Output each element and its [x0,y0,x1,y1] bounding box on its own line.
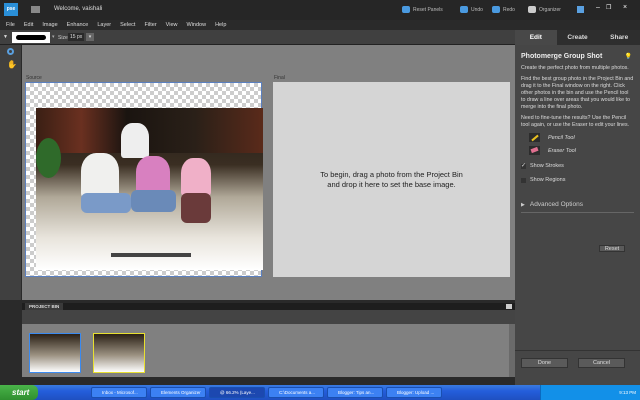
start-button[interactable]: start [0,385,38,400]
cancel-button[interactable]: Cancel [578,358,625,368]
reset-panels-label: Reset Panels [413,6,443,13]
eraser-tool-label: Eraser Tool [548,147,576,154]
project-bin-header: PROJECT BIN [22,303,515,310]
menu-select[interactable]: Select [120,22,135,28]
source-label: Source [26,75,42,81]
panel-tabs: Edit Create Share [515,30,640,45]
taskbar-item[interactable]: C:\Documents a... [268,387,324,398]
brush-preview[interactable] [12,32,50,43]
tab-share[interactable]: Share [598,30,640,45]
menu-edit[interactable]: Edit [24,22,33,28]
restore-icon[interactable]: ❐ [606,4,611,11]
minimize-icon[interactable]: – [596,4,600,11]
undo-button[interactable]: Undo [460,6,483,13]
project-bin-title: PROJECT BIN [25,303,64,310]
panel-intro: Create the perfect photo from multiple p… [521,65,629,71]
eraser-tool-button[interactable]: Eraser Tool [529,146,634,155]
bin-thumbnail[interactable] [93,333,145,373]
checkbox-empty-icon [521,177,526,183]
taskbar-item[interactable]: @ 66.2% (Laye... [209,387,265,398]
final-window[interactable]: To begin, drag a photo from the Project … [273,82,510,277]
taskbar: start Inbox - Microsof... Elements Organ… [0,385,640,400]
panel-title: Photomerge Group Shot [521,53,603,60]
title-bar: pse Welcome, vaishali Reset Panels Undo … [0,0,640,20]
close-icon[interactable]: × [623,4,627,11]
panel-fine-tune: Need to fine-tune the results? Use the P… [521,115,630,128]
options-bar: ▼ ▾ Size: 15 px ▾ [0,30,515,45]
menu-help[interactable]: Help [215,22,226,28]
app-logo: pse [4,3,18,16]
organizer-label: Organizer [539,6,561,13]
advanced-options-toggle[interactable]: ▶ Advanced Options [521,201,634,213]
tab-create[interactable]: Create [557,30,599,45]
group-photo [36,108,263,270]
zoom-tool-icon[interactable] [7,48,14,55]
reset-button[interactable]: Reset [599,245,625,252]
show-strokes-checkbox[interactable]: ✓ Show Strokes [521,163,634,169]
menu-image[interactable]: Image [42,22,57,28]
home-icon[interactable] [577,6,584,13]
taskbar-item[interactable]: Elements Organizer [150,387,206,398]
undo-label: Undo [471,6,483,13]
taskbar-item[interactable]: Inbox - Microsof... [91,387,147,398]
reset-panels-button[interactable]: Reset Panels [402,6,443,13]
menu-window[interactable]: Window [187,22,207,28]
bin-thumbnail[interactable] [29,333,81,373]
checkmark-icon: ✓ [521,162,527,169]
bin-toolbar [22,310,515,324]
size-input[interactable]: 15 px [68,33,85,41]
organizer-button[interactable]: Organizer [528,6,561,13]
tip-bulb-icon[interactable]: 💡 [625,53,632,60]
reset-icon [402,6,410,13]
photomerge-panel: Photomerge Group Shot 💡 Create the perfe… [515,45,640,385]
source-window[interactable] [25,82,263,277]
toolbox: ✋ [0,45,22,300]
show-regions-label: Show Regions [530,177,566,183]
redo-label: Redo [503,6,515,13]
taskbar-item[interactable]: Blogger: Tips an... [327,387,383,398]
hand-tool-icon[interactable]: ✋ [7,60,17,69]
taskbar-item[interactable]: Blogger: Upload ... [386,387,442,398]
menu-filter[interactable]: Filter [144,22,156,28]
undo-icon [460,6,468,13]
show-regions-checkbox[interactable]: Show Regions [521,177,634,183]
eraser-icon [529,146,540,155]
system-tray: 9:13 PM [540,385,640,400]
final-label: Final [274,75,285,81]
brush-dropdown-icon[interactable]: ▾ [52,34,55,40]
bin-menu-icon[interactable] [506,304,512,309]
pencil-icon [529,133,540,142]
final-hint-text: To begin, drag a photo from the Project … [320,169,463,189]
organizer-icon [528,6,536,13]
status-strip [0,377,515,385]
redo-icon [492,6,500,13]
pencil-tool-button[interactable]: Pencil Tool [529,133,634,142]
menu-enhance[interactable]: Enhance [67,22,89,28]
tab-edit[interactable]: Edit [515,30,557,45]
clock: 9:13 PM [619,390,636,395]
redo-button[interactable]: Redo [492,6,515,13]
menu-file[interactable]: File [6,22,15,28]
welcome-text: Welcome, vaishali [54,6,103,12]
menu-bar: File Edit Image Enhance Layer Select Fil… [0,20,640,30]
size-dropdown-icon[interactable]: ▾ [86,33,94,41]
menu-view[interactable]: View [166,22,178,28]
show-strokes-label: Show Strokes [530,163,564,169]
tool-preset-icon[interactable]: ▼ [3,34,8,40]
expand-arrow-icon: ▶ [521,202,525,208]
workspace-menu-icon[interactable] [31,6,40,13]
menu-layer[interactable]: Layer [97,22,111,28]
done-button[interactable]: Done [521,358,568,368]
project-bin [22,324,515,377]
advanced-options-label: Advanced Options [529,201,583,208]
panel-instructions: Find the best group photo in the Project… [521,76,634,110]
pencil-tool-label: Pencil Tool [548,134,575,141]
